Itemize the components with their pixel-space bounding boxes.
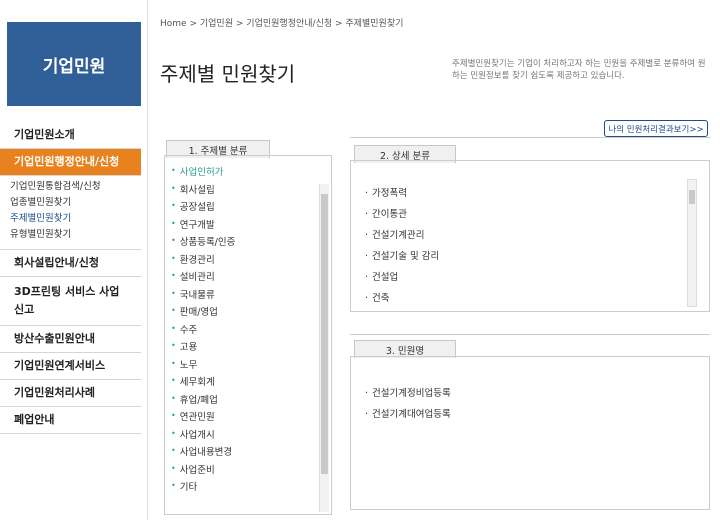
sidebar-item-defense-export[interactable]: 방산수출민원안내 <box>0 326 141 353</box>
list-item[interactable]: 공장설립 <box>171 197 319 215</box>
list-item[interactable]: 회사설립 <box>171 180 319 198</box>
list-item[interactable]: 상품등록/인증 <box>171 232 319 250</box>
breadcrumb-item[interactable]: 기업민원행정안내/신청 <box>246 19 332 29</box>
sidebar-item-cases[interactable]: 기업민원처리사례 <box>0 380 141 407</box>
sidebar-submenu: 기업민원통합검색/신청 업종별민원찾기 주제별민원찾기 유형별민원찾기 <box>0 176 141 250</box>
list-item[interactable]: 연관민원 <box>171 407 319 425</box>
breadcrumb-item[interactable]: 기업민원 <box>200 19 233 29</box>
scrollbar-thumb[interactable] <box>321 194 328 474</box>
breadcrumb-home[interactable]: Home <box>160 19 187 29</box>
topic-scrollbar[interactable] <box>319 184 329 512</box>
detail-category-panel: 가정폭력간이통관건설기계관리건설기술 및 감리건설업건축 <box>350 160 710 312</box>
list-item[interactable]: 사업내용변경 <box>171 442 319 460</box>
complaint-list: 건설기계정비업등록건설기계대여업등록 <box>365 383 685 425</box>
sidebar-item-company-setup[interactable]: 회사설립안내/신청 <box>0 250 141 277</box>
sidebar-item-closure[interactable]: 폐업안내 <box>0 407 141 434</box>
detail-list: 가정폭력간이통관건설기계관리건설기술 및 감리건설업건축 <box>365 183 685 309</box>
list-item[interactable]: 가정폭력 <box>365 183 685 204</box>
list-item[interactable]: 간이통관 <box>365 204 685 225</box>
list-item[interactable]: 환경관리 <box>171 250 319 268</box>
sidebar-menu: 기업민원소개 기업민원행정안내/신청 기업민원통합검색/신청 업종별민원찾기 주… <box>0 122 141 434</box>
breadcrumb: Home > 기업민원 > 기업민원행정안내/신청 > 주제별민원찾기 <box>160 16 403 29</box>
topic-category-panel: 사업인허가회사설립공장설립연구개발상품등록/인증환경관리설비관리국내물류판매/영… <box>164 155 332 515</box>
divider <box>350 137 710 138</box>
list-item[interactable]: 국내물류 <box>171 285 319 303</box>
submenu-item-by-type[interactable]: 유형별민원찾기 <box>10 227 141 243</box>
list-item[interactable]: 건설업 <box>365 267 685 288</box>
list-item[interactable]: 사업준비 <box>171 460 319 478</box>
sidebar-item-admin-guide[interactable]: 기업민원행정안내/신청 <box>0 149 141 176</box>
page-title: 주제별 민원찾기 <box>160 62 296 86</box>
submenu-item-integrated-search[interactable]: 기업민원통합검색/신청 <box>10 179 141 195</box>
page-description: 주제별민원찾기는 기업이 처리하고자 하는 민원을 주제별로 분류하여 원하는 … <box>452 59 706 81</box>
list-item[interactable]: 건설기계관리 <box>365 225 685 246</box>
submenu-item-by-industry[interactable]: 업종별민원찾기 <box>10 195 141 211</box>
list-item[interactable]: 설비관리 <box>171 267 319 285</box>
list-item[interactable]: 판매/영업 <box>171 302 319 320</box>
list-item[interactable]: 세무회계 <box>171 372 319 390</box>
breadcrumb-separator: > <box>335 19 343 29</box>
my-result-button[interactable]: 나의 민원처리결과보기>> <box>604 120 708 137</box>
breadcrumb-separator: > <box>235 19 244 29</box>
list-item[interactable]: 휴업/폐업 <box>171 390 319 408</box>
breadcrumb-separator: > <box>189 19 197 29</box>
sidebar-item-intro[interactable]: 기업민원소개 <box>0 122 141 149</box>
list-item[interactable]: 건설기계정비업등록 <box>365 383 685 404</box>
complaint-name-panel: 건설기계정비업등록건설기계대여업등록 <box>350 356 710 510</box>
list-item[interactable]: 사업개시 <box>171 425 319 443</box>
divider <box>350 334 710 335</box>
list-item[interactable]: 수주 <box>171 320 319 338</box>
list-item[interactable]: 건설기계대여업등록 <box>365 404 685 425</box>
list-item[interactable]: 연구개발 <box>171 215 319 233</box>
sidebar-item-3d-printing[interactable]: 3D프린팅 서비스 사업 신고 <box>0 277 141 326</box>
submenu-item-by-topic[interactable]: 주제별민원찾기 <box>10 211 141 227</box>
list-item[interactable]: 건축 <box>365 288 685 309</box>
list-item[interactable]: 노무 <box>171 355 319 373</box>
list-item[interactable]: 고용 <box>171 337 319 355</box>
list-item[interactable]: 사업인허가 <box>171 162 319 180</box>
list-item[interactable]: 기타 <box>171 477 319 495</box>
scrollbar-thumb[interactable] <box>689 190 695 204</box>
breadcrumb-current: 주제별민원찾기 <box>345 19 404 29</box>
detail-scrollbar[interactable] <box>687 179 697 307</box>
sidebar-item-linked-services[interactable]: 기업민원연계서비스 <box>0 353 141 380</box>
logo[interactable]: 기업민원 <box>7 22 141 106</box>
sidebar: 기업민원 기업민원소개 기업민원행정안내/신청 기업민원통합검색/신청 업종별민… <box>0 0 148 520</box>
list-item[interactable]: 건설기술 및 감리 <box>365 246 685 267</box>
topic-list: 사업인허가회사설립공장설립연구개발상품등록/인증환경관리설비관리국내물류판매/영… <box>171 162 319 495</box>
